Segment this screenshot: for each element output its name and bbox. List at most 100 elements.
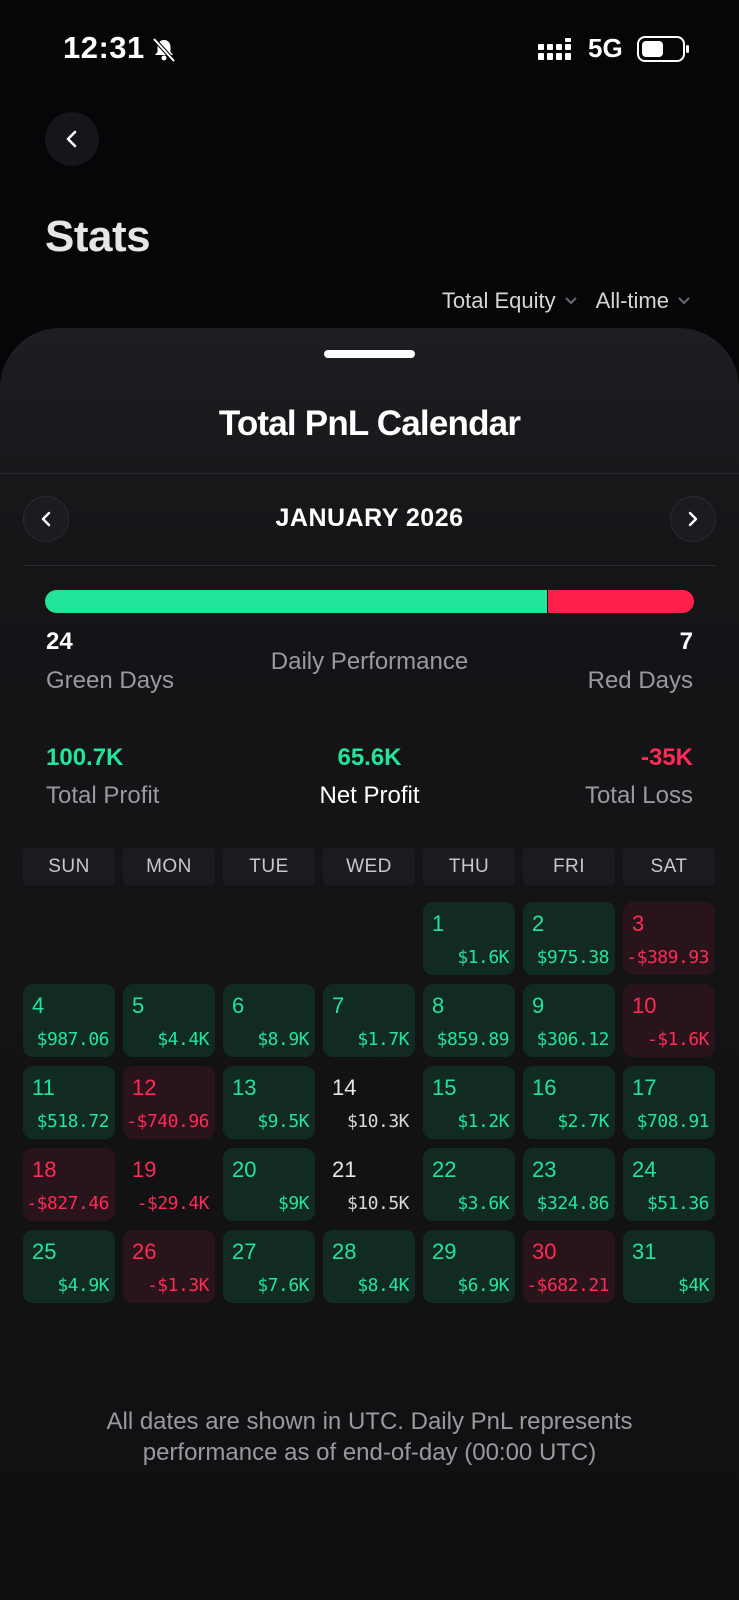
calendar-day-cell[interactable]: 17 $708.91 [623,1066,715,1139]
green-days-bar [45,590,547,613]
calendar-day-number: 20 [232,1157,257,1182]
calendar-day-cell[interactable]: 7 $1.7K [323,984,415,1057]
calendar-day-cell[interactable]: 15 $1.2K [423,1066,515,1139]
chevron-down-icon [678,297,690,305]
metric-dropdown-label: Total Equity [441,288,556,313]
calendar-day-cell[interactable]: 6 $8.9K [223,984,315,1057]
calendar-day-pnl: $708.91 [636,1111,710,1132]
status-time: 12:31 [63,30,145,65]
divider [23,565,716,566]
calendar-day-pnl: -$389.93 [626,947,709,968]
battery-icon [637,36,689,62]
sheet-title: Total PnL Calendar [218,404,521,443]
weekday-header-thu: THU [423,848,515,885]
weekday-header-sun: SUN [23,848,115,885]
calendar-day-number: 29 [432,1239,457,1264]
calendar-day-number: 26 [132,1239,157,1264]
calendar-day-cell[interactable]: 8 $859.89 [423,984,515,1057]
calendar-day-pnl: $9K [277,1193,310,1214]
calendar-day-number: 10 [632,993,657,1018]
bell-muted-icon [152,37,176,63]
calendar-day-cell[interactable]: 26 -$1.3K [123,1230,215,1303]
calendar-day-pnl: $7.6K [257,1275,309,1296]
calendar-day-cell[interactable]: 14 $10.3K [323,1066,415,1139]
calendar-day-cell[interactable]: 9 $306.12 [523,984,615,1057]
calendar-day-cell[interactable]: 29 $6.9K [423,1230,515,1303]
total-loss-label: Total Loss [584,782,693,809]
calendar-day-pnl: $8.9K [257,1029,309,1050]
calendar-day-cell[interactable]: 30 -$682.21 [523,1230,615,1303]
calendar-day-pnl: -$29.4K [136,1193,210,1214]
next-month-button[interactable] [670,496,716,542]
calendar-day-pnl: -$682.21 [526,1275,609,1296]
range-dropdown-label: All-time [595,288,669,313]
calendar-day-number: 22 [432,1157,457,1182]
divider [0,473,739,474]
calendar-day-number: 11 [32,1075,55,1100]
calendar-day-pnl: -$827.46 [26,1193,109,1214]
calendar-day-pnl: $8.4K [357,1275,409,1296]
calendar-day-cell[interactable]: 31 $4K [623,1230,715,1303]
network-type: 5G [588,33,623,63]
calendar-day-cell[interactable]: 25 $4.9K [23,1230,115,1303]
calendar-day-number: 28 [332,1239,357,1264]
calendar-day-cell[interactable]: 21 $10.5K [323,1148,415,1221]
utc-footnote: All dates are shown in UTC. Daily PnL re… [106,1408,633,1466]
calendar-day-pnl: $4K [677,1275,710,1296]
calendar-day-cell[interactable]: 18 -$827.46 [23,1148,115,1221]
calendar-day-pnl: $1.6K [457,947,509,968]
calendar-day-pnl: -$1.6K [646,1029,710,1050]
calendar-day-cell[interactable]: 16 $2.7K [523,1066,615,1139]
metric-dropdown[interactable]: Total Equity [442,288,578,314]
total-loss-value: -35K [640,744,693,771]
calendar-day-cell[interactable]: 1 $1.6K [423,902,515,975]
range-dropdown[interactable]: All-time [596,288,691,314]
status-bar: 12:31 5G [0,0,739,100]
calendar-day-cell[interactable]: 27 $7.6K [223,1230,315,1303]
month-label: JANUARY 2026 [275,504,464,532]
calendar-day-cell[interactable]: 13 $9.5K [223,1066,315,1139]
calendar-day-cell[interactable]: 5 $4.4K [123,984,215,1057]
weekday-header-wed: WED [323,848,415,885]
calendar-day-number: 4 [32,993,45,1018]
calendar-day-cell[interactable]: 12 -$740.96 [123,1066,215,1139]
calendar-day-number: 14 [332,1075,357,1100]
calendar-day-number: 9 [532,993,545,1018]
calendar-day-pnl: $6.9K [457,1275,509,1296]
signal-icon [538,38,571,60]
calendar-day-pnl: $975.38 [536,947,610,968]
calendar-day-pnl: -$740.96 [126,1111,209,1132]
weekday-header-sat: SAT [623,848,715,885]
calendar-day-number: 1 [432,911,445,936]
calendar-day-pnl: $4.9K [57,1275,109,1296]
calendar-day-pnl: $10.3K [346,1111,410,1132]
calendar-day-number: 12 [132,1075,157,1100]
calendar-day-cell[interactable]: 10 -$1.6K [623,984,715,1057]
weekday-header-fri: FRI [523,848,615,885]
calendar-day-number: 8 [432,993,445,1018]
calendar-day-pnl: $1.7K [357,1029,409,1050]
calendar-day-pnl: $324.86 [536,1193,610,1214]
calendar-day-number: 18 [32,1157,57,1182]
chevron-left-icon [66,130,77,148]
calendar-day-cell[interactable]: 23 $324.86 [523,1148,615,1221]
calendar-day-cell[interactable]: 11 $518.72 [23,1066,115,1139]
calendar-day-cell[interactable]: 3 -$389.93 [623,902,715,975]
sheet-drag-handle[interactable] [324,350,415,358]
red-days-count: 7 [679,628,693,655]
calendar-day-cell[interactable]: 24 $51.36 [623,1148,715,1221]
calendar-day-cell[interactable]: 19 -$29.4K [123,1148,215,1221]
calendar-day-number: 5 [132,993,145,1018]
calendar-day-cell[interactable]: 28 $8.4K [323,1230,415,1303]
calendar-day-pnl: $4.4K [157,1029,209,1050]
calendar-day-cell[interactable]: 22 $3.6K [423,1148,515,1221]
calendar-day-cell[interactable]: 2 $975.38 [523,902,615,975]
calendar-day-pnl: -$1.3K [146,1275,210,1296]
calendar-day-pnl: $3.6K [457,1193,509,1214]
back-button[interactable] [45,112,99,166]
calendar-day-pnl: $10.5K [346,1193,410,1214]
calendar-day-cell[interactable]: 20 $9K [223,1148,315,1221]
weekday-header-mon: MON [123,848,215,885]
calendar-day-cell[interactable]: 4 $987.06 [23,984,115,1057]
calendar-day-pnl: $518.72 [36,1111,110,1132]
